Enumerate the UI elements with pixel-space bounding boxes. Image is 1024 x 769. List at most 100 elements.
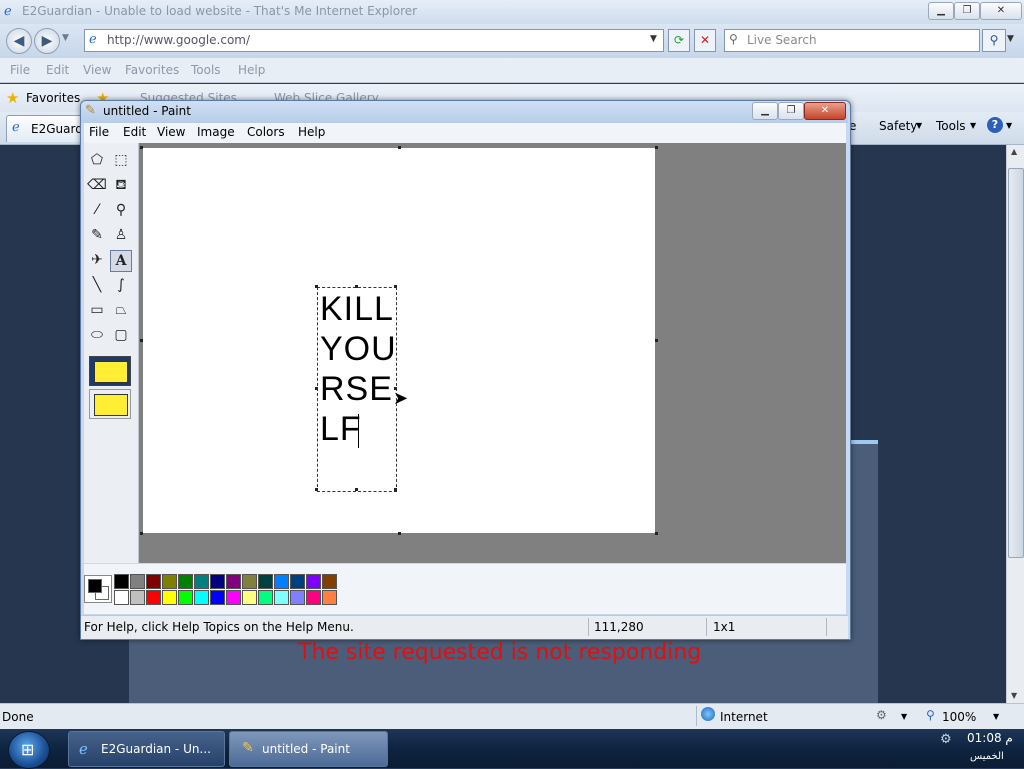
eraser-icon[interactable]: ⌫ [86, 174, 108, 196]
paint-menu-colors[interactable]: Colors [247, 125, 285, 139]
polygon-icon[interactable]: ⏢ [110, 299, 132, 321]
safety-menu[interactable]: Safety [879, 119, 917, 133]
palette-swatch[interactable] [114, 574, 129, 589]
ie-restore-button[interactable]: ❐ [954, 2, 980, 20]
search-options-icon[interactable]: ▼ [1007, 34, 1014, 44]
paint-menu-file[interactable]: File [89, 125, 109, 139]
palette-swatch[interactable] [306, 590, 321, 605]
scrollbar-thumb[interactable] [1008, 168, 1024, 558]
palette-swatch[interactable] [194, 574, 209, 589]
rect-select-icon[interactable]: ⬚ [110, 149, 132, 171]
text-box-handle[interactable] [355, 285, 358, 288]
network-tray-icon[interactable]: ⚙ [940, 732, 952, 747]
paint-title-bar[interactable]: ✎ untitled - Paint ▁ ❐ ✕ [81, 101, 848, 123]
ie-menu-view[interactable]: View [83, 63, 111, 77]
palette-swatch[interactable] [146, 574, 161, 589]
foreground-color-swatch[interactable] [88, 579, 102, 593]
canvas-resize-handle[interactable] [398, 532, 401, 535]
taskbar-item-ie[interactable]: ℯ E2Guardian - Un... [68, 731, 225, 767]
search-go-button[interactable]: ⚲ [982, 29, 1006, 52]
paint-minimize-button[interactable]: ▁ [752, 102, 778, 120]
forward-button[interactable]: ▶ [34, 28, 60, 54]
ie-menu-edit[interactable]: Edit [46, 63, 69, 77]
paint-maximize-button[interactable]: ❐ [778, 102, 804, 120]
text-box-handle[interactable] [315, 387, 318, 390]
palette-swatch[interactable] [226, 590, 241, 605]
color-picker-icon[interactable]: ⁄ [86, 199, 108, 221]
palette-swatch[interactable] [322, 590, 337, 605]
ellipse-icon[interactable]: ⬭ [86, 324, 108, 346]
ie-close-button[interactable]: ✕ [980, 2, 1022, 20]
palette-swatch[interactable] [226, 574, 241, 589]
line-icon[interactable]: ╲ [86, 274, 108, 296]
palette-swatch[interactable] [210, 590, 225, 605]
protected-mode-icon[interactable]: ⚙ [876, 708, 887, 722]
paint-canvas[interactable] [143, 148, 655, 533]
palette-swatch[interactable] [274, 574, 289, 589]
palette-swatch[interactable] [194, 590, 209, 605]
palette-swatch[interactable] [130, 574, 145, 589]
search-input[interactable]: Live Search [747, 33, 817, 47]
address-input[interactable]: http://www.google.com/ [107, 33, 250, 47]
paint-menu-help[interactable]: Help [298, 125, 325, 139]
palette-swatch[interactable] [322, 574, 337, 589]
canvas-resize-handle[interactable] [655, 532, 658, 535]
magnifier-icon[interactable]: ⚲ [110, 199, 132, 221]
ie-menu-help[interactable]: Help [238, 63, 265, 77]
canvas-resize-handle[interactable] [140, 532, 143, 535]
zoom-dropdown-icon[interactable]: ▼ [993, 712, 999, 721]
airbrush-icon[interactable]: ✈ [86, 249, 108, 271]
ie-tab[interactable]: ℯ E2Guardi [6, 115, 86, 142]
back-button[interactable]: ◀ [6, 28, 32, 54]
ie-menu-tools[interactable]: Tools [191, 63, 221, 77]
ie-minimize-button[interactable]: ▁ [928, 2, 954, 20]
refresh-button[interactable]: ⟳ [668, 29, 690, 52]
canvas-resize-handle[interactable] [655, 146, 658, 149]
history-dropdown-icon[interactable]: ▼ [62, 33, 69, 43]
zoom-level[interactable]: 100% [942, 710, 976, 724]
palette-swatch[interactable] [306, 574, 321, 589]
palette-swatch[interactable] [210, 574, 225, 589]
palette-swatch[interactable] [290, 574, 305, 589]
transparent-background-option[interactable] [89, 389, 131, 419]
palette-swatch[interactable] [146, 590, 161, 605]
clock-time[interactable]: 01:08 م [967, 731, 1013, 745]
paint-menu-view[interactable]: View [157, 125, 185, 139]
palette-swatch[interactable] [258, 590, 273, 605]
palette-swatch[interactable] [178, 590, 193, 605]
protected-mode-dropdown-icon[interactable]: ▼ [901, 712, 907, 721]
scroll-down-icon[interactable]: ▼ [1011, 691, 1017, 700]
curve-icon[interactable]: ∫ [110, 274, 132, 296]
paint-menu-image[interactable]: Image [197, 125, 235, 139]
search-box[interactable]: ⚲ Live Search [724, 29, 980, 52]
text-box-handle[interactable] [315, 285, 318, 288]
scroll-up-icon[interactable]: ▲ [1011, 147, 1017, 156]
rectangle-icon[interactable]: ▭ [86, 299, 108, 321]
text-box-handle[interactable] [394, 285, 397, 288]
tools-menu[interactable]: Tools [936, 119, 966, 133]
paint-close-button[interactable]: ✕ [804, 102, 846, 120]
palette-swatch[interactable] [258, 574, 273, 589]
stop-button[interactable]: ✕ [694, 29, 716, 52]
color-selector[interactable] [84, 575, 112, 603]
text-tool-icon[interactable]: A [110, 250, 132, 272]
ie-menu-file[interactable]: File [10, 63, 30, 77]
text-box-handle[interactable] [315, 488, 318, 491]
free-select-icon[interactable]: ⬠ [86, 149, 108, 171]
text-box-handle[interactable] [394, 488, 397, 491]
fill-bucket-icon[interactable]: ⛾ [110, 174, 132, 196]
palette-swatch[interactable] [130, 590, 145, 605]
clock-day[interactable]: الخميس [970, 751, 1004, 762]
palette-swatch[interactable] [178, 574, 193, 589]
taskbar-item-paint[interactable]: ✎ untitled - Paint [229, 731, 388, 767]
palette-swatch[interactable] [242, 590, 257, 605]
address-bar[interactable]: ℯ http://www.google.com/ ▼ [84, 29, 664, 52]
palette-swatch[interactable] [114, 590, 129, 605]
paint-menu-edit[interactable]: Edit [123, 125, 146, 139]
pencil-icon[interactable]: ✎ [86, 224, 108, 246]
rounded-rect-icon[interactable]: ▢ [110, 324, 132, 346]
palette-swatch[interactable] [242, 574, 257, 589]
palette-swatch[interactable] [290, 590, 305, 605]
palette-swatch[interactable] [274, 590, 289, 605]
ie-menu-favorites[interactable]: Favorites [125, 63, 179, 77]
